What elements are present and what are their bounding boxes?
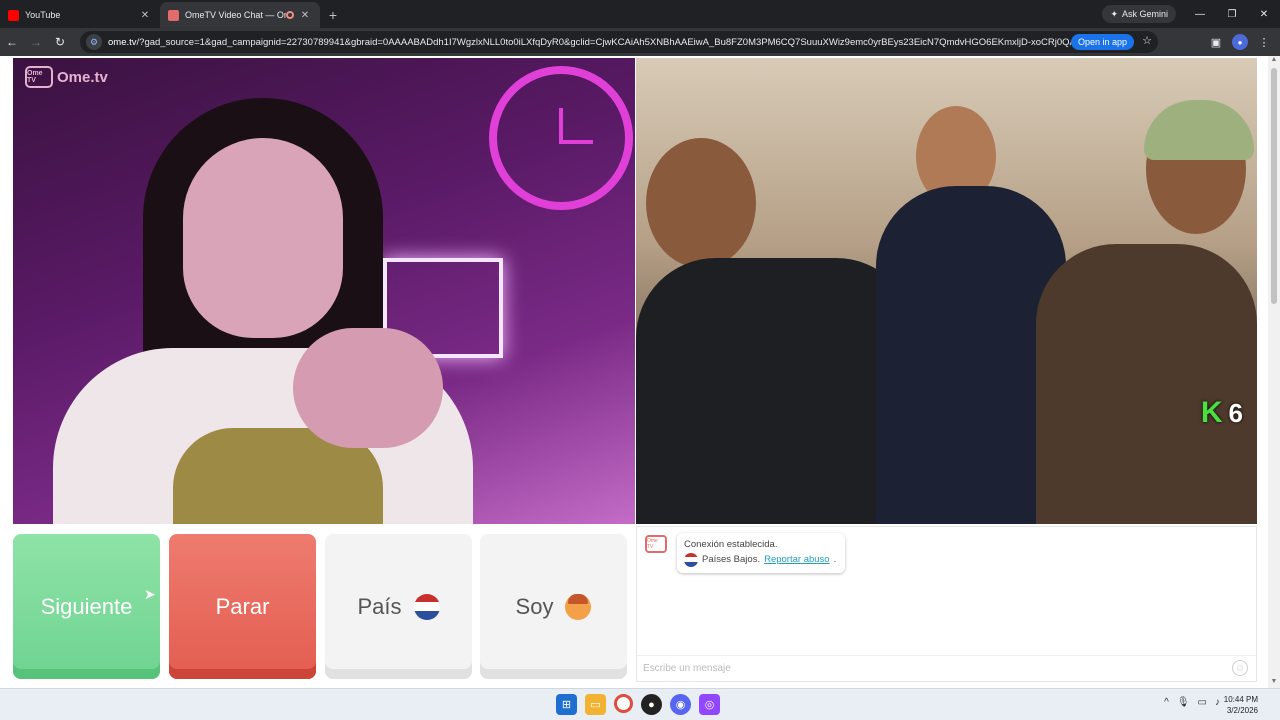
microphone-icon[interactable]: 🎙 [1177,697,1190,708]
mouse-cursor-icon: ➤ [144,586,156,602]
emoji-icon[interactable]: ☺ [1232,660,1248,676]
tab-youtube[interactable]: YouTube ✕ [0,2,160,28]
ometv-favicon-icon [168,9,179,21]
tray-chevron-icon[interactable]: ^ [1164,697,1169,708]
bookmark-star-icon[interactable]: ☆ [1142,34,1152,47]
scroll-up-icon[interactable]: ▲ [1268,56,1280,66]
network-icon[interactable]: ▭ [1198,697,1207,708]
url-path: /?gad_source=1&gad_campaignid=2273078994… [136,36,1078,48]
start-icon[interactable]: ⊞ [556,694,577,715]
report-abuse-link[interactable]: Reportar abuso [764,552,829,567]
stop-label: Parar [215,593,270,619]
new-tab-button[interactable]: + [320,2,346,28]
close-icon[interactable]: ✕ [138,10,152,21]
boy-avatar-icon [565,593,592,620]
tab-title: OmeTV Video Chat — Ome [185,10,286,20]
ask-gemini-button[interactable]: ✦ Ask Gemini [1102,5,1176,23]
system-message: Conexión establecida. Países Bajos. Repo… [677,533,845,573]
taskbar-clock[interactable]: 10:44 PM 3/2/2026 [1224,694,1258,716]
message-placeholder: Escribe un mensaje [643,663,731,674]
report-suffix: . [833,554,837,565]
profile-avatar[interactable]: ● [1232,34,1248,50]
tab-strip: YouTube ✕ OmeTV Video Chat — Ome ✕ + [0,0,1280,28]
side-panel-icon[interactable]: ▣ [1206,32,1226,52]
close-icon[interactable]: ✕ [298,10,312,21]
recording-icon [286,11,294,19]
clock-time: 10:44 PM [1223,695,1258,704]
minimize-icon[interactable]: — [1184,5,1216,23]
tab-ometv[interactable]: OmeTV Video Chat — Ome ✕ [160,2,320,28]
partner-country: Países Bajos. [702,554,761,565]
window-controls: — ❐ ✕ [1184,5,1280,23]
clock-date: 3/2/2026 [1226,706,1258,715]
message-input[interactable]: Escribe un mensaje [637,655,1256,681]
close-window-icon[interactable]: ✕ [1248,5,1280,23]
menu-icon[interactable]: ⋮ [1254,32,1274,52]
url-text[interactable]: ome.tv/?gad_source=1&gad_campaignid=2273… [108,37,1078,48]
windows-taskbar: ⊞ ▭ ● ◉ ◎ ^ 🎙 ▭ ♪ 10:44 PM 3/2/2026 [0,688,1280,720]
next-button[interactable]: Siguiente [13,534,160,679]
app-icon[interactable]: ◎ [699,694,720,715]
site-info-icon[interactable]: ⚙ [86,34,102,50]
chrome-icon[interactable] [614,694,633,713]
open-in-app-button[interactable]: Open in app [1070,34,1134,50]
page-viewport: Ome TV Ome.tv K 6 Siguiente Parar País S… [0,56,1280,688]
netherlands-flag-icon [684,552,698,567]
gender-label: Soy [515,593,554,619]
youtube-icon [8,9,19,21]
restore-icon[interactable]: ❐ [1216,5,1248,23]
sparkle-icon: ✦ [1110,8,1118,19]
next-label: Siguiente [40,593,133,619]
local-video: Ome TV Ome.tv [13,58,635,524]
netherlands-flag-icon [413,593,440,620]
remote-person-3 [1036,100,1257,524]
toolbar-actions: ▣ ● ⋮ [1206,32,1274,52]
volume-icon[interactable]: ♪ [1215,697,1220,708]
local-user [53,98,473,524]
streamer-counter: K 6 [1201,396,1243,430]
obs-icon[interactable]: ● [641,694,662,715]
chat-panel: Ome TV Conexión establecida. Países Bajo… [636,526,1257,682]
kick-icon: K [1200,396,1223,429]
ometv-logo: Ome TV Ome.tv [25,66,108,88]
url-host: ome.tv [108,36,137,48]
file-explorer-icon[interactable]: ▭ [585,694,606,715]
connection-status: Conexión establecida. [684,539,778,550]
counter-value: 6 [1228,397,1243,428]
discord-icon[interactable]: ◉ [670,694,691,715]
browser-toolbar: ← → ↻ ⚙ ome.tv/?gad_source=1&gad_campaig… [0,28,1280,56]
scroll-thumb[interactable] [1271,68,1277,304]
forward-icon[interactable]: → [24,30,48,54]
ask-gemini-label: Ask Gemini [1121,9,1168,19]
reload-icon[interactable]: ↻ [48,30,72,54]
brand-name: Ome.tv [57,68,108,86]
wall-clock-decoration [489,66,633,210]
tab-title: YouTube [25,10,61,20]
ometv-logo-icon: Ome TV [25,66,53,88]
scroll-down-icon[interactable]: ▼ [1268,678,1280,688]
page-scrollbar[interactable]: ▲ ▼ [1268,56,1280,688]
remote-video: K 6 [636,58,1257,524]
taskbar-apps: ⊞ ▭ ● ◉ ◎ [556,694,720,715]
country-label: País [357,593,402,619]
gender-button[interactable]: Soy [480,534,627,679]
country-button[interactable]: País [325,534,472,679]
stop-button[interactable]: Parar [169,534,316,679]
ometv-chat-logo-icon: Ome TV [645,535,667,553]
back-icon[interactable]: ← [0,30,24,54]
address-bar[interactable]: ⚙ ome.tv/?gad_source=1&gad_campaignid=22… [80,31,1158,53]
system-tray: ^ 🎙 ▭ ♪ [1164,697,1220,708]
